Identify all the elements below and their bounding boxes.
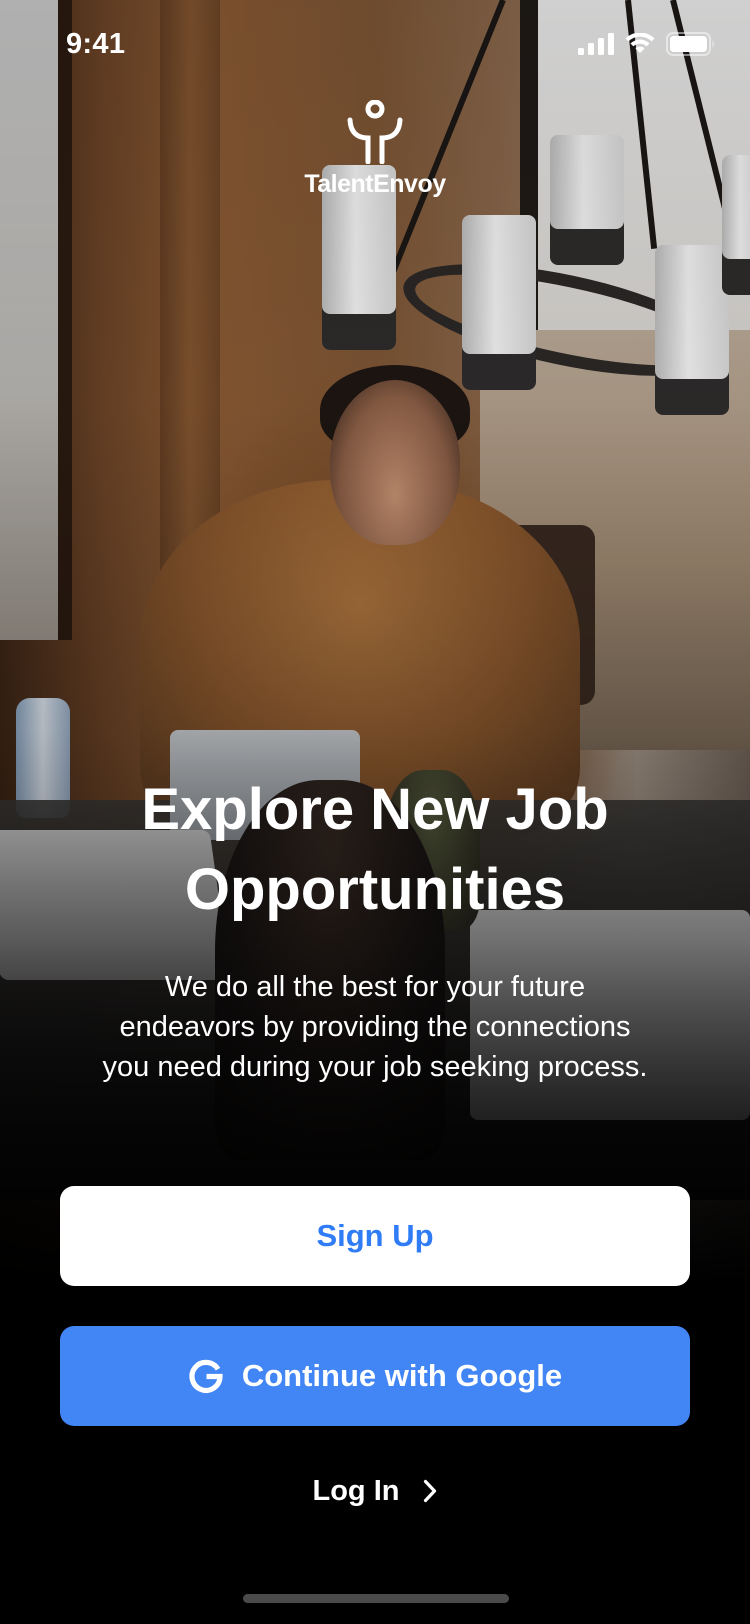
description-line-2: endeavors by providing the connections [119,1011,631,1043]
status-bar-icons [578,32,716,56]
battery-icon [666,32,714,56]
brand-logo: TalentEnvoy [0,100,750,199]
headline-line-2: Opportunities [184,857,566,922]
cellular-signal-icon [578,33,614,55]
google-icon [189,1359,223,1393]
home-indicator[interactable] [243,1594,509,1603]
wifi-icon [625,32,655,53]
status-bar-time: 9:41 [66,28,126,60]
person-figure-logo [347,100,403,164]
description-line-1: We do all the best for your future [164,971,586,1003]
log-in-link[interactable]: Log In [0,1466,750,1516]
onboarding-screen: 9:41 TalentEnvoy Explore New Job Opportu… [0,0,750,1624]
continue-with-google-label: Continue with Google [241,1358,563,1393]
sign-up-label: Sign Up [316,1218,434,1253]
description-line-3: you need during your job seeking process… [102,1051,648,1083]
chevron-right-icon [424,1479,437,1503]
sign-up-button[interactable]: Sign Up [60,1186,690,1286]
continue-with-google-button[interactable]: Continue with Google [60,1326,690,1426]
log-in-label: Log In [312,1474,400,1507]
page-title: Explore New Job Opportunities [40,770,710,930]
brand-name: TalentEnvoy [304,170,446,198]
headline-line-1: Explore New Job [141,777,609,842]
hero-description: We do all the best for your future endea… [60,967,690,1087]
